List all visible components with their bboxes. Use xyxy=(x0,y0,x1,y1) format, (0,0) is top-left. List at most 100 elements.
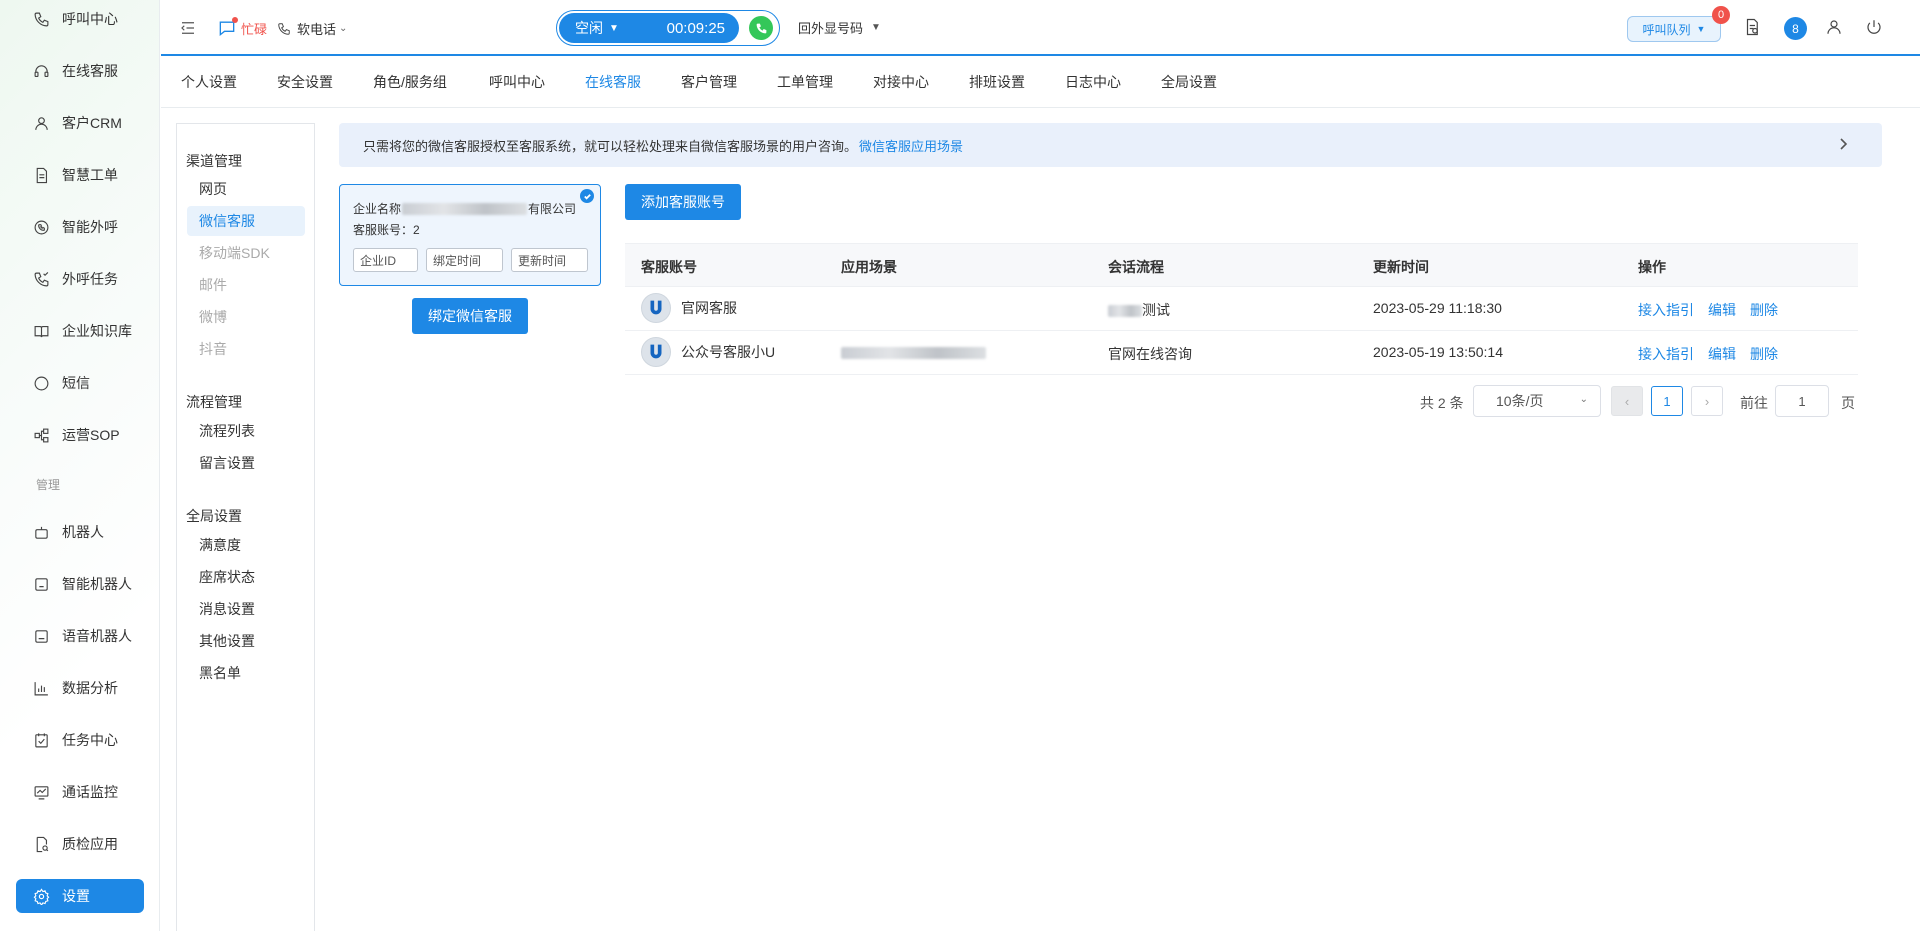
tab-roles-groups[interactable]: 角色/服务组 xyxy=(373,72,447,92)
submenu-item-email[interactable]: 邮件 xyxy=(187,270,305,300)
flow-cell: 官网在线咨询 xyxy=(1108,346,1192,362)
enterprise-name-row: 企业名称 有限公司 xyxy=(353,200,576,217)
sidebar-item-data-analysis[interactable]: 数据分析 xyxy=(16,671,144,705)
submenu-item-web[interactable]: 网页 xyxy=(187,174,305,204)
headset-icon xyxy=(32,62,50,80)
bind-wechat-service-button[interactable]: 绑定微信客服 xyxy=(412,298,528,334)
sidebar-item-robot[interactable]: 机器人 xyxy=(16,515,144,549)
tab-security-settings[interactable]: 安全设置 xyxy=(277,72,333,92)
submenu-item-douyin[interactable]: 抖音 xyxy=(187,334,305,364)
sidebar-item-label: 智能外呼 xyxy=(62,219,118,235)
user-icon xyxy=(32,114,50,132)
delete-link[interactable]: 删除 xyxy=(1750,302,1778,318)
sidebar-item-label: 设置 xyxy=(62,888,90,904)
column-header-account: 客服账号 xyxy=(641,259,697,275)
task-icon xyxy=(32,731,50,749)
tab-schedule-settings[interactable]: 排班设置 xyxy=(969,72,1025,92)
submenu-group-title: 渠道管理 xyxy=(186,153,242,169)
soft-phone-dropdown[interactable]: 软电话 ⌄ xyxy=(277,19,347,38)
agent-status-dropdown[interactable]: 空闲 ▼ 00:09:25 xyxy=(559,13,739,43)
update-time-field: 更新时间 xyxy=(511,248,588,272)
add-service-account-button[interactable]: 添加客服账号 xyxy=(625,184,741,220)
sidebar-item-knowledge-base[interactable]: 企业知识库 xyxy=(16,314,144,348)
submenu-group-title: 流程管理 xyxy=(186,394,242,410)
sidebar-item-task-center[interactable]: 任务中心 xyxy=(16,723,144,757)
submenu-item-notification-settings[interactable]: 消息设置 xyxy=(187,594,305,624)
banner-link[interactable]: 微信客服应用场景 xyxy=(859,136,963,155)
sidebar-item-quality-check[interactable]: 质检应用 xyxy=(16,827,144,861)
prev-page-button[interactable]: ‹ xyxy=(1611,386,1643,416)
sidebar-item-sms[interactable]: 短信 xyxy=(16,366,144,400)
phone-icon xyxy=(32,10,50,28)
chevron-right-icon[interactable] xyxy=(1836,136,1850,152)
call-queue-dropdown[interactable]: 呼叫队列 ▼ xyxy=(1627,16,1721,42)
submenu-item-other-settings[interactable]: 其他设置 xyxy=(187,626,305,656)
sidebar-item-sop[interactable]: 运营SOP xyxy=(16,418,144,452)
submenu-item-flow-list[interactable]: 流程列表 xyxy=(187,416,305,446)
call-button[interactable] xyxy=(749,16,773,40)
submenu-item-mobile-sdk[interactable]: 移动端SDK xyxy=(187,238,305,268)
delete-link[interactable]: 删除 xyxy=(1750,346,1778,362)
service-account-table: 客服账号 应用场景 会话流程 更新时间 操作 官网客服 测试 2023-05-2… xyxy=(625,243,1858,375)
sidebar-item-outbound-tasks[interactable]: 外呼任务 xyxy=(16,262,144,296)
sidebar-item-call-center[interactable]: 呼叫中心 xyxy=(16,2,144,36)
busy-status[interactable]: 忙碌 xyxy=(217,17,267,38)
tab-integration-center[interactable]: 对接中心 xyxy=(873,72,929,92)
submenu-item-weibo[interactable]: 微博 xyxy=(187,302,305,332)
tab-call-center[interactable]: 呼叫中心 xyxy=(489,72,545,92)
tab-global-settings[interactable]: 全局设置 xyxy=(1161,72,1217,92)
account-name: 公众号客服小U xyxy=(681,344,776,360)
submenu-item-wechat-service[interactable]: 微信客服 xyxy=(187,206,305,236)
submenu-item-blacklist[interactable]: 黑名单 xyxy=(187,658,305,688)
column-header-scene: 应用场景 xyxy=(841,259,897,275)
tab-customer-management[interactable]: 客户管理 xyxy=(681,72,737,92)
sidebar-item-online-service[interactable]: 在线客服 xyxy=(16,54,144,88)
flow-cell: 测试 xyxy=(1108,300,1170,320)
table-header: 客服账号 应用场景 会话流程 更新时间 操作 xyxy=(625,243,1858,287)
sidebar-item-smart-outbound[interactable]: 智能外呼 xyxy=(16,210,144,244)
sidebar-item-settings[interactable]: 设置 xyxy=(16,879,144,913)
access-guide-link[interactable]: 接入指引 xyxy=(1638,346,1694,362)
chevron-down-icon: ⌄ xyxy=(339,23,348,34)
sidebar-item-voice-robot[interactable]: 语音机器人 xyxy=(16,619,144,653)
enterprise-card[interactable]: 企业名称 有限公司 客服账号：2 企业ID 绑定时间 更新时间 xyxy=(339,184,601,286)
outbound-number-dropdown[interactable]: 回外显号码 ▼ xyxy=(798,18,881,37)
user-count-badge[interactable]: 8 xyxy=(1784,17,1807,40)
account-count: 客服账号：2 xyxy=(353,223,420,237)
sidebar-item-tickets[interactable]: 智慧工单 xyxy=(16,158,144,192)
agent-status-control: 空闲 ▼ 00:09:25 xyxy=(556,10,780,46)
notes-icon[interactable] xyxy=(1743,18,1763,38)
tab-log-center[interactable]: 日志中心 xyxy=(1065,72,1121,92)
column-header-updated: 更新时间 xyxy=(1373,259,1429,275)
sidebar-item-label: 机器人 xyxy=(62,524,104,540)
gear-icon xyxy=(32,887,50,905)
submenu-item-satisfaction[interactable]: 满意度 xyxy=(187,530,305,560)
user-profile-icon[interactable] xyxy=(1825,18,1845,38)
next-page-button[interactable]: › xyxy=(1691,386,1723,416)
power-icon[interactable] xyxy=(1865,18,1885,38)
sidebar-item-crm[interactable]: 客户CRM xyxy=(16,106,144,140)
collapse-menu-icon[interactable] xyxy=(179,19,197,37)
submenu-item-seat-status[interactable]: 座席状态 xyxy=(187,562,305,592)
page-number-button[interactable]: 1 xyxy=(1651,386,1683,416)
chevron-down-icon: ⌄ xyxy=(1579,394,1588,405)
tab-personal-settings[interactable]: 个人设置 xyxy=(181,72,237,92)
edit-link[interactable]: 编辑 xyxy=(1708,346,1736,362)
tab-online-service[interactable]: 在线客服 xyxy=(585,72,641,92)
sidebar-item-call-monitor[interactable]: 通话监控 xyxy=(16,775,144,809)
sidebar-item-smart-robot[interactable]: 智能机器人 xyxy=(16,567,144,601)
submenu-item-message-settings[interactable]: 留言设置 xyxy=(187,448,305,478)
scene-cell xyxy=(841,344,986,360)
access-guide-link[interactable]: 接入指引 xyxy=(1638,302,1694,318)
edit-link[interactable]: 编辑 xyxy=(1708,302,1736,318)
chart-icon xyxy=(32,679,50,697)
sidebar-item-label: 企业知识库 xyxy=(62,323,132,339)
inspect-icon xyxy=(32,835,50,853)
redacted-text xyxy=(841,347,986,360)
phone-circle-icon xyxy=(32,218,50,236)
tab-ticket-management[interactable]: 工单管理 xyxy=(777,72,833,92)
column-header-actions: 操作 xyxy=(1638,259,1666,275)
page-size-select[interactable]: 10条/页 ⌄ xyxy=(1473,385,1601,417)
avatar xyxy=(641,337,671,367)
goto-page-input[interactable]: 1 xyxy=(1775,385,1829,417)
